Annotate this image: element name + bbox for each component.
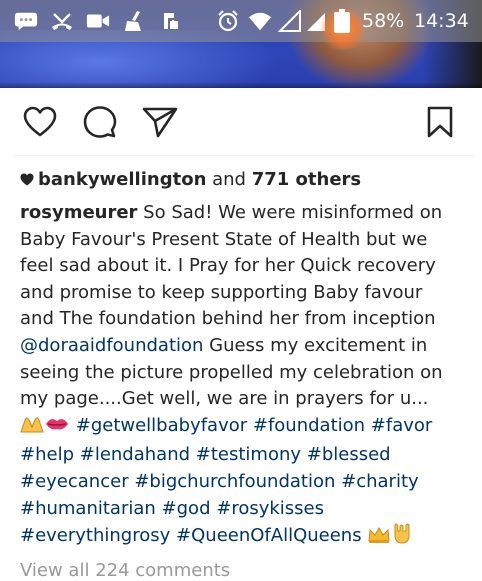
- battery-percentage: 58%: [362, 10, 405, 32]
- view-all-comments-link[interactable]: View all 224 comments: [20, 560, 230, 581]
- rock-on-emoji-icon: [391, 522, 413, 553]
- hashtag-link[interactable]: #favor: [371, 415, 433, 436]
- photo-bottom-shadow: [0, 82, 482, 88]
- signal-icon: [278, 9, 302, 33]
- post-caption: rosymeurer So Sad! We were misinformed o…: [20, 200, 470, 553]
- battery-icon: [330, 9, 354, 33]
- hashtag-link[interactable]: #eyecancer: [20, 471, 129, 492]
- message-icon: [14, 9, 38, 33]
- hands-emoji-icon: [20, 414, 44, 443]
- video-camera-icon: [86, 9, 110, 33]
- status-bar: 58% 14:34: [0, 0, 482, 50]
- hashtag-link[interactable]: #charity: [341, 471, 419, 492]
- likes-joiner: and: [206, 169, 252, 190]
- comment-icon[interactable]: [78, 100, 122, 144]
- like-heart-icon[interactable]: [18, 100, 62, 144]
- hashtag-link[interactable]: #blessed: [307, 444, 391, 465]
- hashtag-link[interactable]: #humanitarian: [20, 498, 156, 519]
- hashtag-link[interactable]: #testimony: [196, 444, 301, 465]
- hashtag-link[interactable]: #foundation: [253, 415, 365, 436]
- actions-divider: [14, 155, 474, 156]
- kiss-lips-emoji-icon: [44, 414, 70, 443]
- hashtag-link[interactable]: #QueenOfAllQueens: [176, 525, 362, 546]
- wifi-icon: [248, 9, 272, 33]
- hashtag-link[interactable]: #getwellbabyfavor: [76, 415, 247, 436]
- hashtag-link[interactable]: #bigchurchfoundation: [134, 471, 335, 492]
- app-notification-icon: [158, 9, 182, 33]
- likes-summary: bankywellington and 771 others: [20, 168, 361, 192]
- hashtag-link[interactable]: #rosykisses: [216, 498, 324, 519]
- mention-link[interactable]: @doraaidfoundation: [20, 335, 203, 356]
- caption-username[interactable]: rosymeurer: [20, 202, 137, 223]
- likes-others-link[interactable]: 771 others: [252, 169, 361, 190]
- missed-call-icon: [50, 9, 74, 33]
- hashtag-link[interactable]: #god: [162, 498, 211, 519]
- first-liker-link[interactable]: bankywellington: [38, 169, 206, 190]
- likes-heart-icon: [20, 169, 34, 186]
- hashtag-link[interactable]: #help: [20, 444, 74, 465]
- share-direct-icon[interactable]: [138, 100, 182, 144]
- crown-emoji-icon: [367, 526, 391, 553]
- post-actions: [0, 100, 482, 146]
- alarm-icon: [216, 9, 240, 33]
- bookmark-icon[interactable]: [418, 100, 462, 144]
- clock-time: 14:34: [414, 10, 469, 32]
- hashtag-link[interactable]: #lendahand: [80, 444, 190, 465]
- hashtag-link[interactable]: #everythingrosy: [20, 525, 170, 546]
- cleaner-icon: [122, 9, 146, 33]
